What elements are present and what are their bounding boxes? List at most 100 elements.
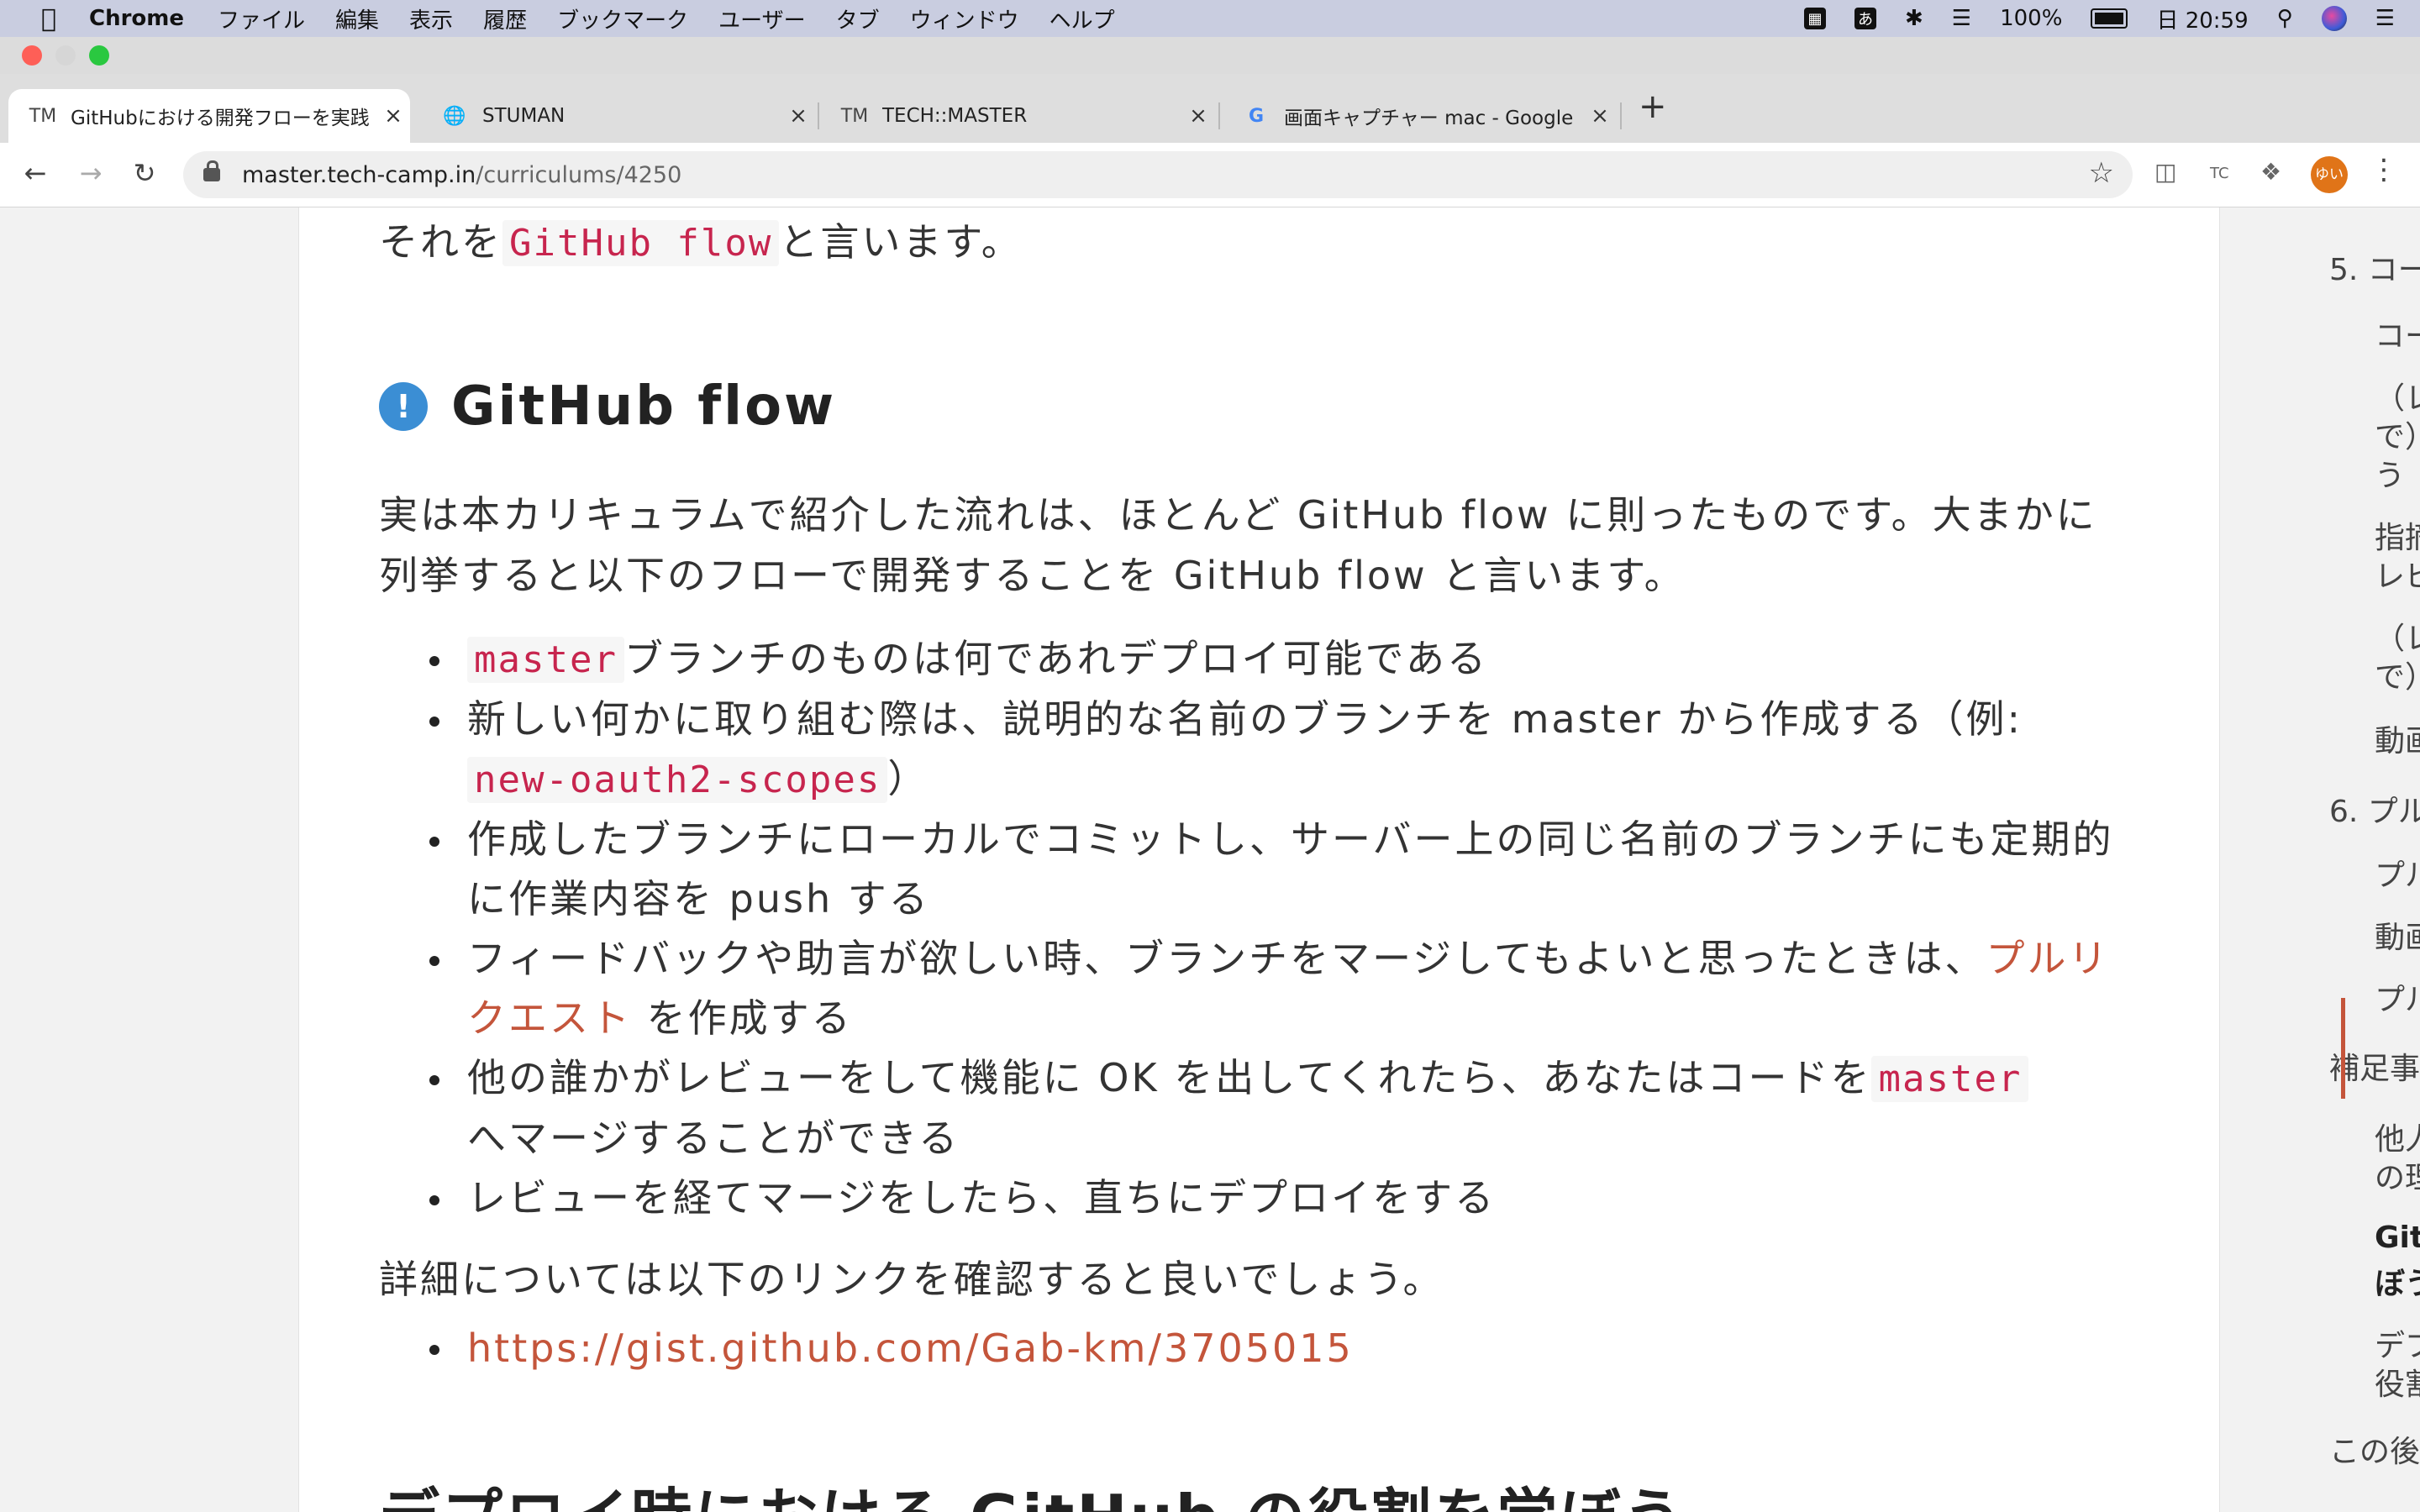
menu-file[interactable]: ファイル xyxy=(218,3,305,34)
spotlight-search-icon[interactable]: ⚲ xyxy=(2277,6,2293,31)
window-minimize-button[interactable] xyxy=(55,45,76,66)
detail-text: 詳細については以下のリンクを確認すると良いでしょう。 xyxy=(379,1257,1444,1302)
table-of-contents: 5. コー コー （レ で） う 指摘 レビ （レ で） 動画 6. プル プル… xyxy=(2319,207,2420,1512)
lock-icon[interactable] xyxy=(203,160,220,181)
list-item-text: 作成したブランチにローカルでコミットし、サーバー上の同じ名前のブランチにも定期的… xyxy=(467,816,2114,921)
reload-icon[interactable]: ↻ xyxy=(126,155,163,192)
bookmark-star-icon[interactable]: ☆ xyxy=(2089,156,2114,190)
toc-item-active[interactable]: Git xyxy=(2375,1221,2420,1255)
list-item-text: へマージすることができる xyxy=(467,1116,960,1161)
toc-item[interactable]: デプ xyxy=(2375,1321,2420,1365)
cast-icon[interactable]: ◫ xyxy=(2154,158,2176,186)
tab-google-search[interactable]: G 画面キャプチャー mac - Google × xyxy=(1222,89,1617,143)
menu-user[interactable]: ユーザー xyxy=(718,3,805,34)
menu-help[interactable]: ヘルプ xyxy=(1050,3,1115,34)
back-arrow-icon[interactable]: ← xyxy=(17,155,54,192)
list-item-text: ブランチのものは何であれデプロイ可能である xyxy=(623,636,1489,681)
notification-center-icon[interactable]: ☰ xyxy=(2375,6,2395,31)
address-bar[interactable]: master.tech-camp.in/curriculums/4250 ☆ xyxy=(183,151,2133,198)
toc-item[interactable]: 5. コー xyxy=(2329,245,2420,289)
list-item-text: レビューを経てマージをしたら、直ちにデプロイをする xyxy=(467,1175,1497,1221)
tab-stuman[interactable]: 🌐 STUMAN × xyxy=(420,89,815,143)
battery-icon[interactable] xyxy=(2091,8,2128,29)
list-item: 作成したブランチにローカルでコミットし、サーバー上の同じ名前のブランチにも定期的… xyxy=(379,810,2135,929)
tab-strip: TM GitHubにおける開発フローを実践 × 🌐 STUMAN × TM TE… xyxy=(0,74,2420,143)
toc-item[interactable]: 動画 xyxy=(2375,717,2420,760)
new-tab-button[interactable]: + xyxy=(1639,87,1667,126)
tab-close-icon[interactable]: × xyxy=(1181,103,1215,129)
tab-separator xyxy=(1218,102,1220,129)
page-viewport: それを GitHub flow と言います。 ! GitHub flow 実は本カリ… xyxy=(0,207,2420,1512)
toc-item[interactable]: 6. プル xyxy=(2329,787,2420,831)
window-zoom-button[interactable] xyxy=(89,45,109,66)
toc-active-indicator xyxy=(2341,998,2345,1099)
tab-close-icon[interactable]: × xyxy=(1583,103,1617,129)
profile-avatar[interactable]: ゆい xyxy=(2311,156,2348,193)
menu-window[interactable]: ウィンドウ xyxy=(910,3,1019,34)
forward-arrow-icon[interactable]: → xyxy=(72,155,109,192)
tab-close-icon[interactable]: × xyxy=(781,103,815,129)
toc-item[interactable]: プル xyxy=(2375,975,2420,1019)
tab-title: TECH::MASTER xyxy=(882,105,1028,127)
heading-text: GitHub flow xyxy=(451,375,837,438)
toc-item[interactable]: う xyxy=(2375,451,2405,495)
window-titlebar xyxy=(0,37,2420,75)
globe-icon: 🌐 xyxy=(443,105,466,127)
toc-item[interactable]: 動画 xyxy=(2375,913,2420,957)
toc-item[interactable]: 他人 xyxy=(2375,1115,2420,1158)
chrome-menu-icon[interactable]: ⋮ xyxy=(2370,153,2398,186)
toc-item[interactable]: プル xyxy=(2375,851,2420,895)
list-item: 新しい何かに取り組む際は、説明的な名前のブランチを master から作成する（… xyxy=(379,690,2135,810)
url-host: master.tech-camp.in xyxy=(242,161,476,188)
gist-link[interactable]: https://gist.github.com/Gab-km/3705015 xyxy=(467,1326,1354,1371)
toc-item[interactable]: で） xyxy=(2375,653,2420,696)
section-heading: ! GitHub flow xyxy=(379,375,836,438)
menu-view[interactable]: 表示 xyxy=(409,3,453,34)
intro-suffix: と言います。 xyxy=(779,219,1023,265)
next-section-heading: デプロイ時における GitHub の役割を学ぼう xyxy=(379,1467,1686,1512)
inline-code: new-oauth2-scopes xyxy=(467,757,888,803)
menu-history[interactable]: 履歴 xyxy=(483,3,527,34)
intro-line: それを GitHub flow と言います。 xyxy=(379,212,1023,267)
list-item: フィードバックや助言が欲しい時、ブランチをマージしてもよいと思ったときは、プルリ… xyxy=(379,929,2135,1048)
tab-close-icon[interactable]: × xyxy=(376,103,410,129)
window-manager-icon[interactable]: ▦ xyxy=(1803,8,1826,29)
tab-github-flow[interactable]: TM GitHubにおける開発フローを実践 × xyxy=(8,89,410,143)
menu-bookmarks[interactable]: ブックマーク xyxy=(557,3,688,34)
tm-favicon-icon: TM xyxy=(840,105,869,127)
toc-item[interactable]: （レ xyxy=(2375,374,2420,417)
exclamation-icon: ! xyxy=(379,382,428,431)
apple-icon[interactable]:  xyxy=(34,4,64,34)
list-item-text: ） xyxy=(887,756,929,801)
tab-title: GitHubにおける開発フローを実践 xyxy=(71,108,370,129)
status-area: ▦ あ ✱ ☰ 100% 日 20:59 ⚲ ☰ xyxy=(1803,0,2395,37)
tc-extension-icon[interactable]: TC xyxy=(2210,165,2229,182)
browser-toolbar: ← → ↻ master.tech-camp.in/curriculums/42… xyxy=(0,143,2420,207)
toc-item[interactable]: （レ xyxy=(2375,614,2420,658)
menu-edit[interactable]: 編集 xyxy=(335,3,379,34)
inline-code: GitHub flow xyxy=(502,220,780,266)
list-item: https://gist.github.com/Gab-km/3705015 xyxy=(379,1318,1354,1378)
siri-icon[interactable] xyxy=(2321,6,2347,31)
toc-item[interactable]: 指摘 xyxy=(2375,513,2420,557)
menu-app-name[interactable]: Chrome xyxy=(89,6,184,31)
list-item: 他の誰かがレビューをして機能に OK を出してくれたら、あなたはコードを mast… xyxy=(379,1048,2135,1168)
toc-item[interactable]: この後 xyxy=(2329,1427,2420,1471)
toc-item[interactable]: レビ xyxy=(2375,552,2420,596)
clock[interactable]: 日 20:59 xyxy=(2156,3,2248,34)
menu-tab[interactable]: タブ xyxy=(836,3,880,34)
toc-item[interactable]: コー xyxy=(2375,312,2420,355)
window-close-button[interactable] xyxy=(22,45,42,66)
url-text[interactable]: master.tech-camp.in/curriculums/4250 xyxy=(242,162,681,188)
bluetooth-icon[interactable]: ✱ xyxy=(1905,6,1923,31)
flow-list: master ブランチのものは何であれデプロイ可能である 新しい何かに取り組む際は… xyxy=(379,629,2135,1228)
input-source-icon[interactable]: あ xyxy=(1854,8,1876,29)
toc-item[interactable]: で） xyxy=(2375,412,2420,456)
toc-item[interactable]: 役割 xyxy=(2375,1360,2420,1404)
url-path: /curriculums/4250 xyxy=(476,161,682,188)
toc-item-active[interactable]: ぼう xyxy=(2375,1259,2420,1303)
toc-item[interactable]: の理 xyxy=(2375,1153,2420,1197)
extensions-puzzle-icon[interactable]: ❖ xyxy=(2260,158,2281,186)
wifi-icon[interactable]: ☰ xyxy=(1952,6,1971,31)
tab-tech-master[interactable]: TM TECH::MASTER × xyxy=(820,89,1215,143)
